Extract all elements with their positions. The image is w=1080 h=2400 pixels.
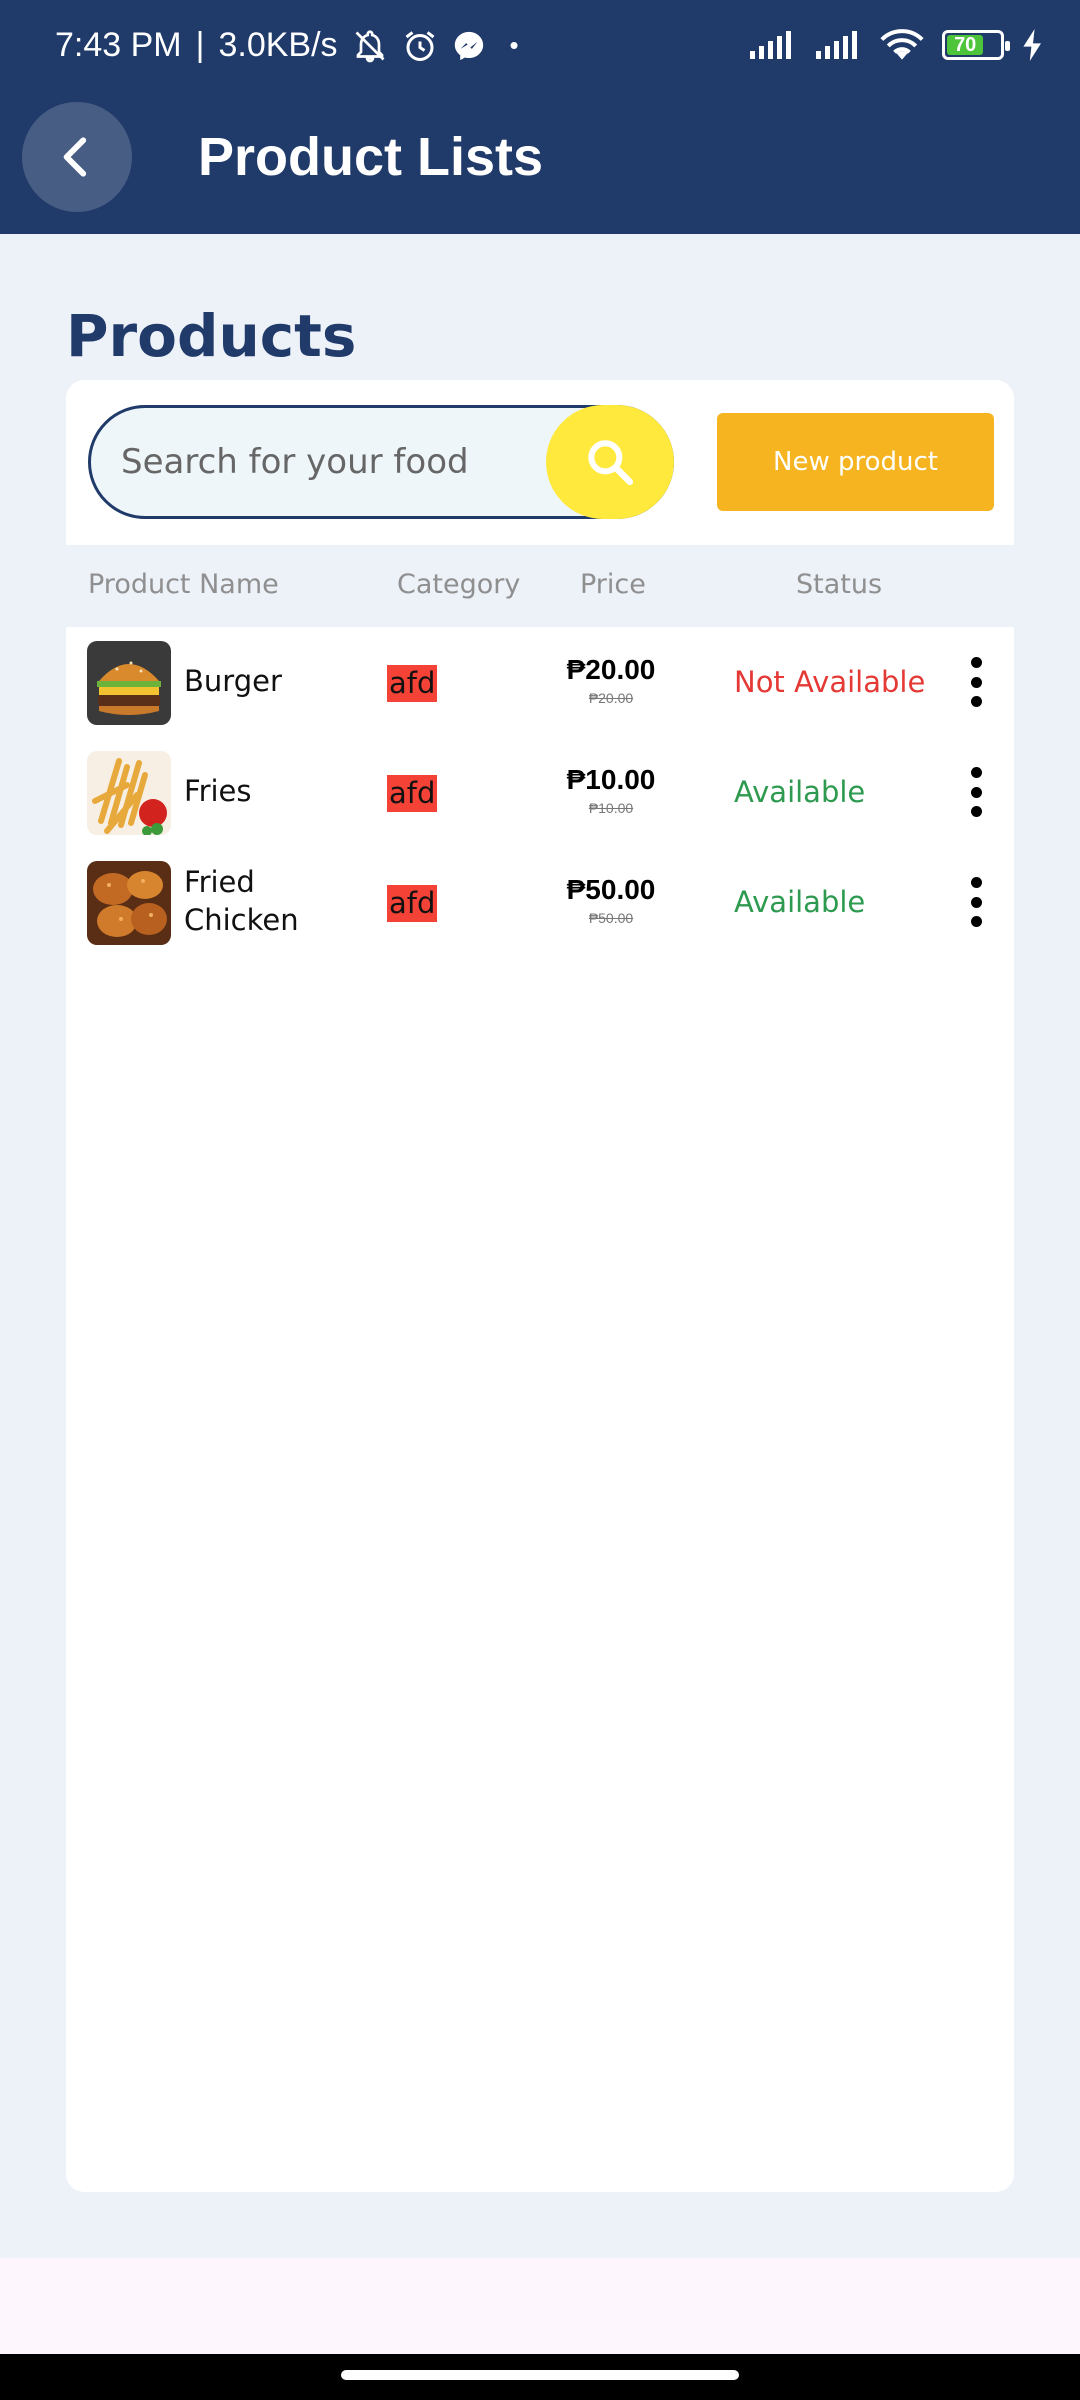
header-status: Status — [796, 569, 883, 600]
product-image-fries — [87, 751, 171, 835]
price-original: ₱10.00 — [588, 800, 634, 816]
search-icon — [588, 440, 634, 486]
product-image-burger — [87, 641, 171, 725]
price-original: ₱20.00 — [588, 690, 634, 706]
alarm-icon — [405, 30, 434, 61]
product-name: Burger — [184, 664, 282, 698]
table-row[interactable]: Burger afd ₱20.00 ₱20.00 Not Available — [66, 627, 1014, 737]
app-bar: Product Lists — [0, 100, 1080, 234]
product-name: Fries — [184, 774, 252, 808]
product-price: ₱20.00 ₱20.00 — [536, 653, 686, 709]
status-speed: 3.0KB/s — [218, 26, 338, 64]
price-current: ₱50.00 — [566, 874, 656, 905]
back-button[interactable] — [22, 102, 132, 212]
dot-icon: • — [509, 30, 519, 60]
battery-icon: 70 — [942, 30, 1010, 60]
category-badge: afd — [387, 775, 438, 812]
search-button[interactable] — [546, 405, 674, 519]
signal-icon — [750, 31, 791, 59]
table-row[interactable]: Fried Chicken afd ₱50.00 ₱50.00 Availabl… — [66, 847, 1014, 957]
header-price: Price — [580, 569, 646, 600]
products-card: New product Product Name Category Price … — [66, 380, 1014, 2192]
wifi-icon — [880, 29, 924, 60]
page-title: Product Lists — [198, 127, 544, 187]
price-current: ₱10.00 — [566, 764, 656, 795]
system-nav-bar — [0, 2354, 1080, 2400]
price-original: ₱50.00 — [588, 910, 634, 926]
section-title: Products — [66, 302, 357, 370]
new-product-button[interactable]: New product — [717, 413, 994, 511]
signal-icon — [816, 31, 857, 59]
price-current: ₱20.00 — [566, 654, 656, 685]
product-image-fried-chicken — [87, 861, 171, 945]
charging-icon — [1023, 29, 1041, 61]
home-indicator[interactable] — [341, 2370, 739, 2380]
product-price: ₱50.00 ₱50.00 — [536, 873, 686, 929]
table-header: Product Name Category Price Status — [66, 545, 1014, 627]
status-label: Available — [734, 885, 866, 919]
header-product-name: Product Name — [88, 569, 279, 600]
chevron-left-icon — [63, 137, 87, 177]
bell-off-icon — [355, 29, 385, 62]
more-options-icon[interactable] — [966, 657, 986, 707]
header-category: Category — [397, 569, 521, 600]
status-label: Available — [734, 775, 866, 809]
product-price: ₱10.00 ₱10.00 — [536, 763, 686, 819]
category-badge: afd — [387, 665, 438, 702]
status-label: Not Available — [734, 665, 926, 699]
category-badge: afd — [387, 885, 438, 922]
product-name: Fried Chicken — [184, 865, 299, 937]
messenger-icon — [454, 31, 483, 60]
more-options-icon[interactable] — [966, 877, 986, 927]
bottom-strip — [0, 2258, 1080, 2354]
table-row[interactable]: Fries afd ₱10.00 ₱10.00 Available — [66, 737, 1014, 847]
status-bar: 7:43 PM | 3.0KB/s • 70 — [0, 0, 1080, 100]
status-time: 7:43 PM — [55, 26, 182, 64]
battery-level: 70 — [947, 34, 984, 56]
more-options-icon[interactable] — [966, 767, 986, 817]
search-input[interactable] — [121, 408, 541, 516]
search-bar — [88, 405, 674, 519]
